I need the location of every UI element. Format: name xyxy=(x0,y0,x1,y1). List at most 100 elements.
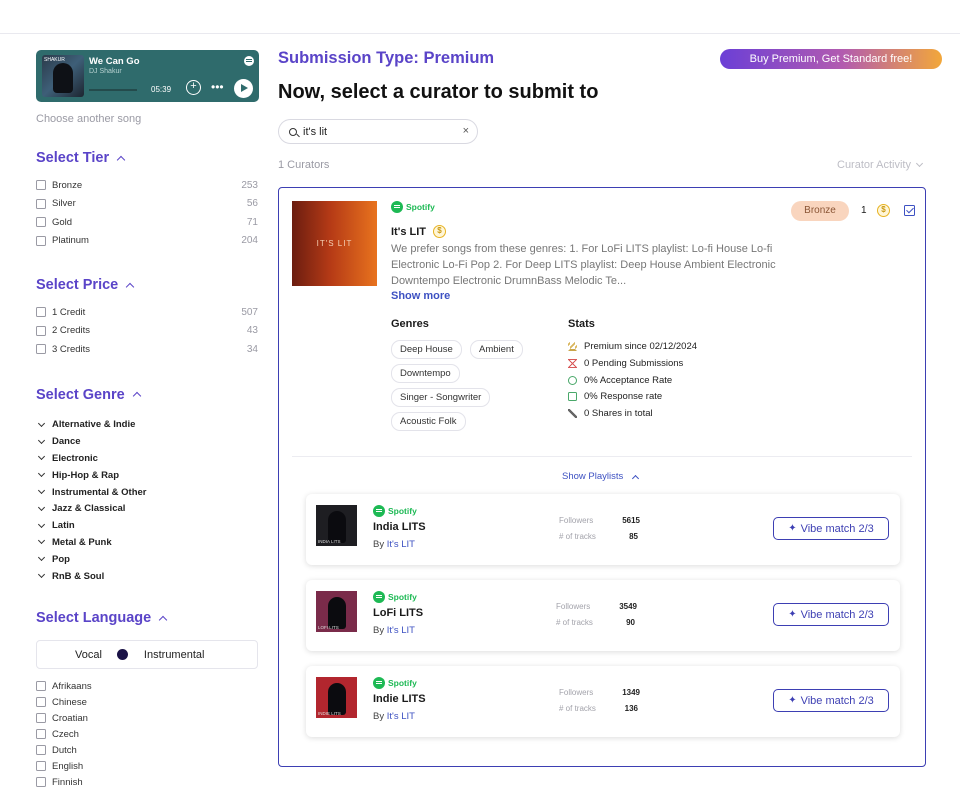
option-label: English xyxy=(52,760,84,772)
option-count: 204 xyxy=(241,235,258,247)
checkbox[interactable] xyxy=(36,729,46,740)
followers-label: Followers xyxy=(559,516,594,525)
curator-name: It's LIT $ xyxy=(391,225,447,238)
rocket-icon xyxy=(568,409,577,418)
playlist-card[interactable]: INDIA LITS Spotify India LITS By It's LIT Fo… xyxy=(306,494,900,565)
genre-item[interactable]: Dance xyxy=(36,433,258,450)
genre-item[interactable]: Latin xyxy=(36,517,258,534)
price-option-3[interactable]: 3 Credits 34 xyxy=(36,340,258,359)
owner-link[interactable]: It's LIT xyxy=(387,625,415,636)
checkbox[interactable] xyxy=(36,307,46,318)
checkbox[interactable] xyxy=(36,745,46,756)
checkbox[interactable] xyxy=(36,325,46,336)
tracks-value: 90 xyxy=(626,618,635,627)
select-tier-title: Select Tier xyxy=(36,150,110,166)
checkbox[interactable] xyxy=(36,180,46,191)
top-bar xyxy=(0,0,960,34)
select-tier-heading[interactable]: Select Tier xyxy=(36,150,258,166)
genre-label: Alternative & Indie xyxy=(52,419,136,431)
genre-item[interactable]: Electronic xyxy=(36,450,258,467)
search-input[interactable] xyxy=(303,124,453,140)
sort-dropdown[interactable]: Curator Activity xyxy=(837,159,924,171)
tier-option-silver[interactable]: Silver 56 xyxy=(36,195,258,214)
show-playlists-label: Show Playlists xyxy=(562,471,624,482)
vocal-instrumental-toggle[interactable]: Vocal Instrumental xyxy=(36,640,258,670)
buy-premium-button[interactable]: Buy Premium, Get Standard free! xyxy=(720,49,942,69)
chevron-down-icon xyxy=(915,159,924,168)
platform-label: Spotify xyxy=(388,506,417,516)
language-option[interactable]: Chinese xyxy=(36,694,258,710)
select-language-heading[interactable]: Select Language xyxy=(36,610,258,626)
genre-item[interactable]: Hip-Hop & Rap xyxy=(36,467,258,484)
spotify-badge: Spotify xyxy=(373,505,417,517)
vibe-match-button[interactable]: ✦ Vibe match 2/3 xyxy=(773,517,889,540)
language-option[interactable]: Finnish xyxy=(36,774,258,790)
toggle-knob[interactable] xyxy=(116,649,128,661)
language-option[interactable]: English xyxy=(36,758,258,774)
checkbox[interactable] xyxy=(36,713,46,724)
owner-link[interactable]: It's LIT xyxy=(387,711,415,722)
song-artwork: SHAKUR xyxy=(42,55,84,97)
spotify-badge: Spotify xyxy=(373,591,417,603)
option-label: 1 Credit xyxy=(52,306,86,318)
genre-item[interactable]: Alternative & Indie xyxy=(36,417,258,434)
checkbox[interactable] xyxy=(36,777,46,788)
vibe-match-button[interactable]: ✦ Vibe match 2/3 xyxy=(773,689,889,712)
song-title: We Can Go xyxy=(89,56,140,67)
show-playlists-toggle[interactable]: Show Playlists xyxy=(562,471,640,482)
option-label: Finnish xyxy=(52,776,83,788)
vibe-label: Vibe match 2/3 xyxy=(800,522,874,535)
checkbox[interactable] xyxy=(36,235,46,246)
language-option[interactable]: Croatian xyxy=(36,710,258,726)
coin-icon: $ xyxy=(433,225,447,238)
select-genre-heading[interactable]: Select Genre xyxy=(36,387,258,403)
select-curator-checkbox[interactable] xyxy=(904,205,915,216)
coin-icon: $ xyxy=(877,204,890,217)
checkbox[interactable] xyxy=(36,217,46,228)
choose-another-song-link[interactable]: Choose another song xyxy=(36,113,258,125)
stat-text: Premium since 02/12/2024 xyxy=(584,341,698,352)
playlist-owner: By It's LIT xyxy=(373,539,415,550)
clear-icon[interactable]: × xyxy=(463,125,469,137)
checkbox[interactable] xyxy=(36,198,46,209)
language-option[interactable]: Dutch xyxy=(36,742,258,758)
checkbox[interactable] xyxy=(36,697,46,708)
price-option-1[interactable]: 1 Credit 507 xyxy=(36,303,258,322)
divider xyxy=(292,456,912,457)
artwork-label: LOFI LITS xyxy=(318,625,339,630)
playlist-artwork: LOFI LITS xyxy=(316,591,357,632)
genre-item[interactable]: Pop xyxy=(36,551,258,568)
chevron-up-icon xyxy=(158,615,168,625)
add-icon[interactable]: + xyxy=(186,80,201,95)
genre-item[interactable]: RnB & Soul xyxy=(36,568,258,585)
tier-option-bronze[interactable]: Bronze 253 xyxy=(36,176,258,195)
followers-value: 3549 xyxy=(619,602,637,611)
followers-label: Followers xyxy=(556,602,591,611)
genre-item[interactable]: Jazz & Classical xyxy=(36,500,258,517)
song-progress-bar[interactable] xyxy=(89,89,137,91)
vibe-match-button[interactable]: ✦ Vibe match 2/3 xyxy=(773,603,889,626)
curator-card[interactable]: IT'S LIT Spotify It's LIT $ We prefer son… xyxy=(278,187,926,767)
genre-item[interactable]: Metal & Punk xyxy=(36,534,258,551)
language-option[interactable]: Czech xyxy=(36,726,258,742)
select-price-heading[interactable]: Select Price xyxy=(36,277,258,293)
checkbox[interactable] xyxy=(36,761,46,772)
price-option-2[interactable]: 2 Credits 43 xyxy=(36,322,258,341)
genre-item[interactable]: Instrumental & Other xyxy=(36,484,258,501)
playlist-card[interactable]: INDIE LITS Spotify Indie LITS By It's LIT Fo… xyxy=(306,666,900,737)
search-icon xyxy=(289,128,297,136)
show-more-link[interactable]: Show more xyxy=(391,290,450,302)
stat-shares: 0 Shares in total xyxy=(568,408,653,419)
sparkle-icon: ✦ xyxy=(788,609,797,620)
genre-label: Dance xyxy=(52,436,81,448)
spotify-icon xyxy=(373,505,385,517)
more-options-icon[interactable]: ••• xyxy=(211,80,224,94)
tier-option-platinum[interactable]: Platinum 204 xyxy=(36,232,258,251)
language-option[interactable]: Afrikaans xyxy=(36,678,258,694)
checkbox[interactable] xyxy=(36,681,46,692)
playlist-card[interactable]: LOFI LITS Spotify LoFi LITS By It's LIT Foll… xyxy=(306,580,900,651)
play-button[interactable] xyxy=(234,79,253,98)
owner-link[interactable]: It's LIT xyxy=(387,539,415,550)
tier-option-gold[interactable]: Gold 71 xyxy=(36,213,258,232)
checkbox[interactable] xyxy=(36,344,46,355)
